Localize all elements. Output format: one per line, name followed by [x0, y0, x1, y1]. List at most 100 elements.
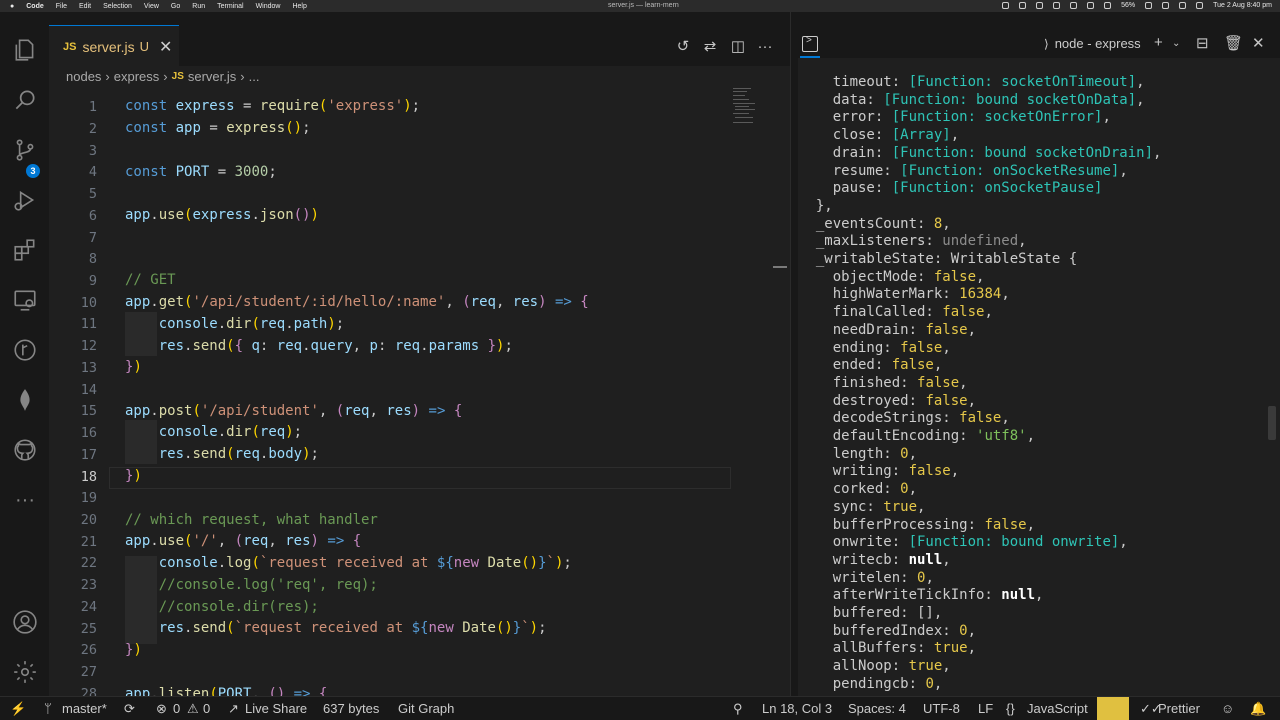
line-number: 19: [80, 490, 97, 506]
search-icon[interactable]: [11, 86, 39, 114]
language-mode[interactable]: JavaScript: [1027, 701, 1088, 716]
source-control-icon[interactable]: [11, 136, 39, 164]
tray-icon[interactable]: [1019, 2, 1027, 9]
encoding[interactable]: UTF-8: [923, 701, 960, 716]
tray-icon[interactable]: [1070, 2, 1078, 9]
terminal-title: node - express: [1054, 36, 1141, 51]
menu-help[interactable]: Help: [292, 3, 306, 10]
breadcrumb-item[interactable]: ...: [249, 69, 260, 84]
errors-icon[interactable]: ⊗: [156, 701, 167, 717]
split-editor-icon[interactable]: ◫: [728, 36, 748, 56]
terminal-icon[interactable]: [802, 35, 818, 52]
chevron-down-icon[interactable]: ⌄: [1172, 38, 1180, 49]
notifications-bell-icon[interactable]: 🔔: [1250, 701, 1266, 717]
indentation[interactable]: Spaces: 4: [848, 701, 906, 716]
code-line: // which request, what handler: [125, 512, 378, 528]
terminal-line: allNoop: true,: [799, 658, 951, 675]
end-of-line[interactable]: LF: [978, 701, 993, 716]
menu-window[interactable]: Window: [256, 3, 281, 10]
terminal-line: finalCalled: false,: [799, 304, 993, 321]
account-icon[interactable]: [11, 608, 39, 636]
control-center-icon[interactable]: [1196, 2, 1204, 9]
menu-file[interactable]: File: [56, 3, 67, 10]
battery-icon[interactable]: [1145, 2, 1153, 9]
add-terminal-icon[interactable]: +: [1154, 34, 1163, 51]
tray-icon[interactable]: [1036, 2, 1044, 9]
terminal-tab[interactable]: ⟩ node - express: [1044, 36, 1141, 51]
git-graph-button[interactable]: Git Graph: [398, 701, 454, 716]
breadcrumb-item[interactable]: express: [114, 69, 160, 84]
extensions-icon[interactable]: [11, 236, 39, 264]
menu-view[interactable]: View: [144, 3, 159, 10]
live-share-button[interactable]: Live Share: [245, 701, 307, 716]
terminal-scrollbar[interactable]: [1268, 406, 1276, 440]
breadcrumb-item[interactable]: server.js: [188, 69, 236, 84]
copilot-icon[interactable]: [1097, 697, 1129, 720]
terminal-line: onwrite: [Function: bound onwrite],: [799, 534, 1128, 551]
warning-icon[interactable]: ⚠: [187, 701, 199, 717]
terminal-line: decodeStrings: false,: [799, 410, 1010, 427]
cursor-position[interactable]: Ln 18, Col 3: [762, 701, 832, 716]
code-line: app.use(express.json()): [125, 207, 319, 223]
trash-icon[interactable]: 🗑: [1224, 34, 1243, 52]
remote-explorer-icon[interactable]: [11, 286, 39, 314]
code-line: const app = express();: [125, 120, 311, 136]
tab-server-js[interactable]: JS server.js U ✕: [49, 25, 179, 67]
terminal-line: objectMode: false,: [799, 268, 985, 285]
branch-name[interactable]: master*: [62, 701, 107, 716]
code-line-current: }): [125, 468, 142, 484]
remote-indicator-icon[interactable]: ⚡: [10, 701, 26, 717]
menu-app[interactable]: Code: [26, 3, 44, 10]
code-line: }): [125, 642, 142, 658]
menubar-clock[interactable]: Tue 2 Aug 8:40 pm: [1213, 2, 1272, 9]
tray-icon[interactable]: [1087, 2, 1095, 9]
split-terminal-icon[interactable]: ⊟: [1196, 34, 1209, 52]
spotlight-icon[interactable]: [1179, 2, 1187, 9]
settings-gear-icon[interactable]: [11, 658, 39, 686]
status-bar: ⚡ ᛘ master* ⟳ ⊗ 0 ⚠ 0 ↗ Live Share 637 b…: [0, 696, 1280, 720]
prettier-button[interactable]: Prettier: [1158, 701, 1200, 716]
terminal-line: error: [Function: socketOnError],: [799, 109, 1111, 126]
warning-count[interactable]: 0: [203, 701, 210, 716]
tray-icon[interactable]: [1002, 2, 1010, 9]
more-actions-icon[interactable]: ···: [755, 36, 775, 56]
feedback-icon[interactable]: ☺: [1221, 701, 1234, 716]
terminal-line: pendingcb: 0,: [799, 675, 943, 692]
tray-icon[interactable]: [1053, 2, 1061, 9]
close-panel-icon[interactable]: ✕: [1252, 34, 1265, 52]
editor-scrollbar[interactable]: [773, 266, 787, 268]
explorer-icon[interactable]: [11, 36, 39, 64]
line-number: 13: [80, 360, 97, 376]
minimap-line: [733, 103, 755, 104]
minimap[interactable]: [731, 86, 771, 126]
menu-run[interactable]: Run: [192, 3, 205, 10]
line-number: 8: [88, 251, 97, 267]
more-icon[interactable]: ···: [11, 486, 39, 514]
terminal-line: bufferProcessing: false,: [799, 516, 1036, 533]
menu-terminal[interactable]: Terminal: [217, 3, 243, 10]
apple-icon[interactable]: ●: [10, 3, 14, 10]
close-tab-icon[interactable]: ✕: [159, 37, 172, 57]
line-number: 1: [88, 99, 97, 115]
timeline-icon[interactable]: ↺: [673, 36, 693, 56]
breadcrumb-item[interactable]: nodes: [66, 69, 101, 84]
menu-go[interactable]: Go: [171, 3, 180, 10]
pin-icon[interactable]: ⚲: [733, 701, 743, 717]
menu-selection[interactable]: Selection: [103, 3, 132, 10]
git-graph-icon[interactable]: [11, 336, 39, 364]
error-count[interactable]: 0: [173, 701, 180, 716]
compare-changes-icon[interactable]: ⇄: [700, 36, 720, 56]
active-view-indicator: [800, 56, 820, 58]
sync-icon[interactable]: ⟳: [124, 701, 135, 717]
mongodb-icon[interactable]: [11, 386, 39, 414]
line-number: 17: [80, 447, 97, 463]
menu-edit[interactable]: Edit: [79, 3, 91, 10]
line-number: 3: [88, 143, 97, 159]
minimap-line: [733, 113, 749, 114]
tray-icon[interactable]: [1104, 2, 1112, 9]
line-number: 9: [88, 273, 97, 289]
wifi-icon[interactable]: [1162, 2, 1170, 9]
github-icon[interactable]: [11, 436, 39, 464]
run-debug-icon[interactable]: [11, 186, 39, 214]
minimap-line: [733, 95, 745, 96]
